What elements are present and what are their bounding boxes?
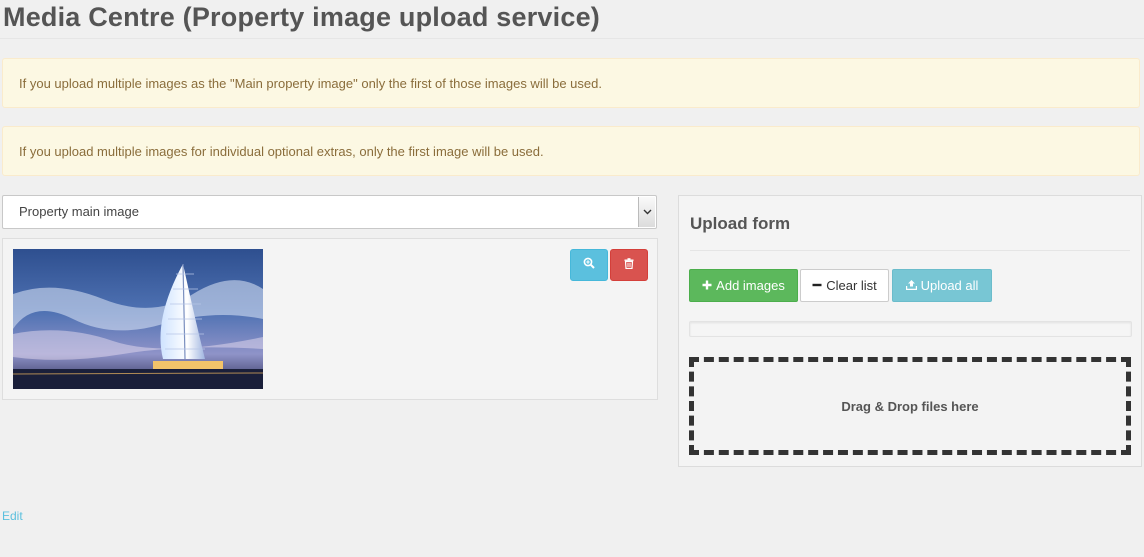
image-list-item xyxy=(2,238,658,400)
chevron-down-icon[interactable] xyxy=(638,197,655,227)
upload-form-divider xyxy=(690,250,1130,251)
alert-optional-extras-text: If you upload multiple images for indivi… xyxy=(19,143,544,159)
property-image-thumbnail[interactable] xyxy=(13,249,263,389)
delete-image-button[interactable] xyxy=(610,249,648,281)
upload-form-title: Upload form xyxy=(690,214,791,233)
page-title: Media Centre (Property image upload serv… xyxy=(3,2,600,32)
dropzone-text: Drag & Drop files here xyxy=(841,398,979,414)
title-divider xyxy=(0,38,1144,39)
image-type-select[interactable]: Property main image xyxy=(2,195,657,229)
upload-all-label: Upload all xyxy=(920,278,979,293)
upload-form-panel: Upload form Add images Clear list Upload… xyxy=(678,195,1142,467)
upload-all-button[interactable]: Upload all xyxy=(892,269,992,302)
upload-progress-bar xyxy=(689,321,1132,337)
upload-icon xyxy=(905,278,917,293)
add-images-button[interactable]: Add images xyxy=(689,269,798,302)
alert-main-image: If you upload multiple images as the "Ma… xyxy=(2,58,1140,108)
plus-icon xyxy=(702,278,712,293)
zoom-button[interactable] xyxy=(570,249,608,281)
trash-icon xyxy=(624,256,634,274)
clear-list-label: Clear list xyxy=(826,278,877,293)
alert-main-image-text: If you upload multiple images as the "Ma… xyxy=(19,75,602,91)
add-images-label: Add images xyxy=(716,278,785,293)
clear-list-button[interactable]: Clear list xyxy=(800,269,889,302)
file-dropzone[interactable]: Drag & Drop files here xyxy=(689,357,1131,455)
minus-icon xyxy=(812,278,822,293)
image-type-selected-value: Property main image xyxy=(19,204,139,219)
zoom-in-icon xyxy=(583,256,595,274)
alert-optional-extras: If you upload multiple images for indivi… xyxy=(2,126,1140,176)
edit-link[interactable]: Edit xyxy=(2,509,23,523)
